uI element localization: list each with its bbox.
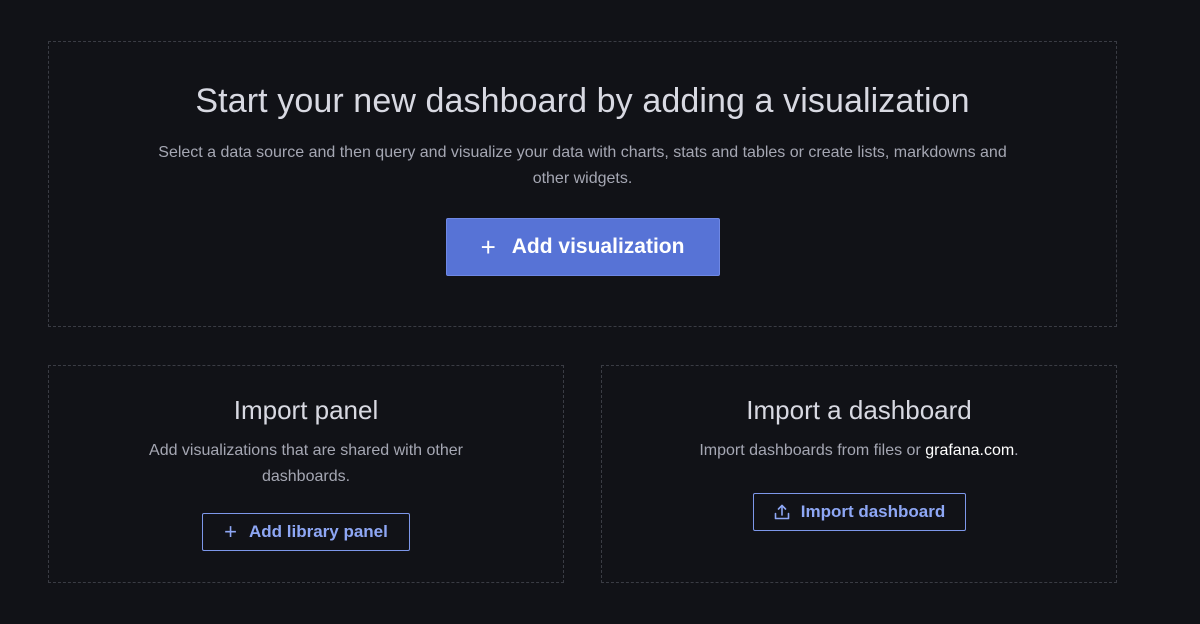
import-dashboard-button[interactable]: Import dashboard [752,493,966,531]
import-panel-title: Import panel [233,395,379,425]
upload-icon [773,503,791,521]
import-panel-description: Add visualizations that are shared with … [149,442,463,485]
import-dashboard-description-suffix: . [1014,442,1019,459]
grafana-com-link[interactable]: grafana.com [925,442,1014,459]
plus-icon: + [224,519,237,544]
empty-dashboard-page: Start your new dashboard by adding a vis… [0,0,1200,624]
add-library-panel-label: Add library panel [248,522,388,541]
import-dashboard-title: Import a dashboard [746,395,972,425]
add-visualization-card: Start your new dashboard by adding a vis… [48,41,1117,327]
add-visualization-button[interactable]: + Add visualization [445,218,720,276]
add-library-panel-button[interactable]: + Add library panel [202,513,410,551]
add-visualization-label: Add visualization [511,235,685,258]
import-panel-card: Import panel Add visualizations that are… [48,365,564,583]
plus-icon: + [480,232,496,262]
hero-description: Select a data source and then query and … [158,144,1007,187]
hero-title: Start your new dashboard by adding a vis… [195,82,970,120]
import-dashboard-card: Import a dashboard Import dashboards fro… [601,365,1117,583]
import-dashboard-description-text: Import dashboards from files or [699,442,926,459]
import-dashboard-label: Import dashboard [800,502,946,521]
import-dashboard-description: Import dashboards from files or grafana.… [659,438,1059,464]
